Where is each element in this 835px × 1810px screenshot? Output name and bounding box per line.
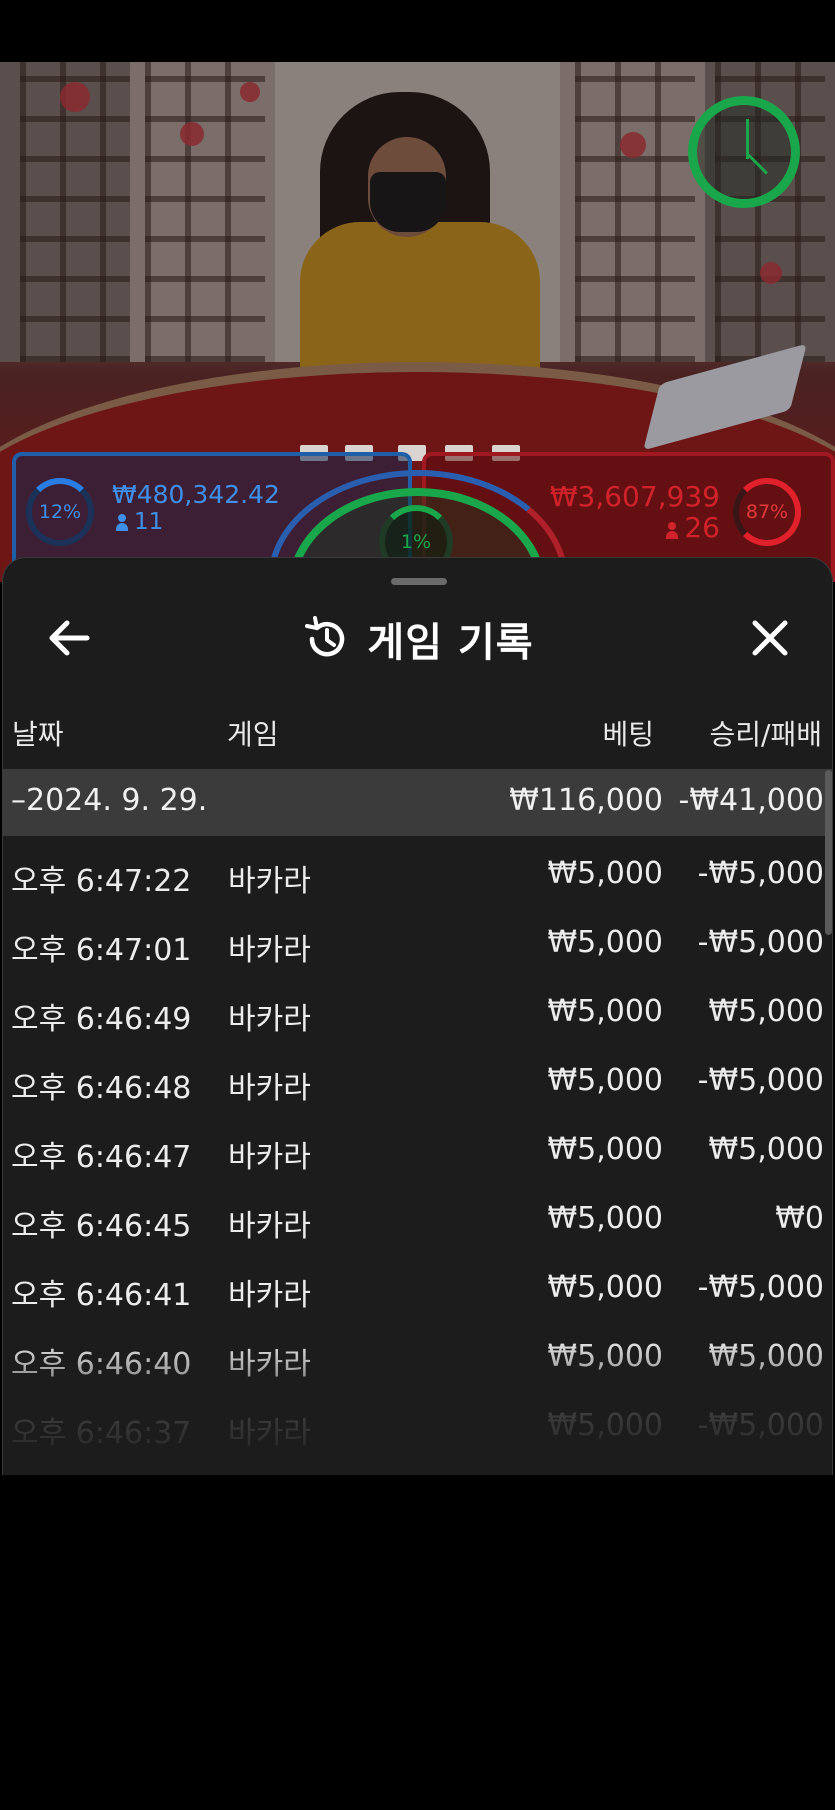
history-row[interactable]: 오후 6:47:01 바카라 ₩5,000 -₩5,000 <box>3 907 832 976</box>
person-icon <box>116 514 128 531</box>
row-result: -₩5,000 <box>697 1063 824 1098</box>
column-header-bet[interactable]: 베팅 <box>602 713 654 753</box>
row-result: -₩5,000 <box>697 1270 824 1305</box>
clock-icon <box>688 96 800 208</box>
player-bettor-count: 11 <box>116 509 163 535</box>
banker-percent: 87% <box>733 478 801 546</box>
banker-count-value: 26 <box>684 511 720 544</box>
column-header-result[interactable]: 승리/패배 <box>710 713 822 753</box>
row-bet: ₩5,000 <box>547 856 663 891</box>
row-bet: ₩5,000 <box>547 1339 663 1374</box>
blossom-decoration <box>240 82 260 102</box>
date-group-label: –2024. 9. 29. <box>11 783 208 818</box>
date-group-row[interactable]: –2024. 9. 29. ₩116,000 -₩41,000 <box>3 769 832 836</box>
row-result: ₩0 <box>775 1201 824 1236</box>
row-game: 바카라 <box>228 1416 311 1451</box>
history-row[interactable]: 오후 6:46:37 바카라 ₩5,000 -₩5,000 <box>3 1390 832 1459</box>
history-row[interactable]: 오후 6:46:48 바카라 ₩5,000 -₩5,000 <box>3 1045 832 1114</box>
game-history-sheet: 게임 기록 날짜 게임 베팅 승리/패배 –2024. 9. 29. ₩116,… <box>2 557 833 1475</box>
row-time: 오후 6:46:45 <box>11 1209 192 1244</box>
row-result: -₩5,000 <box>697 856 824 891</box>
row-time: 오후 6:46:47 <box>11 1140 192 1175</box>
banker-bettor-count: 26 <box>666 511 720 544</box>
player-bet-amount: ₩480,342.42 <box>112 480 280 509</box>
row-bet: ₩5,000 <box>547 925 663 960</box>
row-game: 바카라 <box>228 1071 311 1106</box>
row-time: 오후 6:46:49 <box>11 1002 192 1037</box>
history-row[interactable]: 오후 6:46:47 바카라 ₩5,000 ₩5,000 <box>3 1114 832 1183</box>
column-header-date[interactable]: 날짜 <box>12 713 64 753</box>
person-icon <box>666 522 679 539</box>
row-game: 바카라 <box>228 1140 311 1175</box>
drag-handle[interactable] <box>391 578 447 585</box>
row-time: 오후 6:46:37 <box>11 1416 192 1451</box>
blossom-decoration <box>620 132 646 158</box>
history-row[interactable]: 오후 6:46:40 바카라 ₩5,000 ₩5,000 <box>3 1321 832 1390</box>
row-result: ₩5,000 <box>708 1132 824 1167</box>
blossom-decoration <box>60 82 90 112</box>
blossom-decoration <box>180 122 204 146</box>
row-game: 바카라 <box>228 1209 311 1244</box>
blossom-decoration <box>760 262 782 284</box>
date-group-result-total: -₩41,000 <box>678 783 824 818</box>
lattice-pattern <box>575 62 695 362</box>
row-bet: ₩5,000 <box>547 994 663 1029</box>
row-game: 바카라 <box>228 1347 311 1382</box>
row-time: 오후 6:46:41 <box>11 1278 192 1313</box>
close-button[interactable] <box>740 608 800 668</box>
history-row[interactable]: 오후 6:47:22 바카라 ₩5,000 -₩5,000 <box>3 838 832 907</box>
history-row[interactable]: 오후 6:46:49 바카라 ₩5,000 ₩5,000 <box>3 976 832 1045</box>
row-time: 오후 6:46:48 <box>11 1071 192 1106</box>
sheet-header: 게임 기록 <box>3 610 832 668</box>
close-icon <box>752 620 788 656</box>
row-game: 바카라 <box>228 864 311 899</box>
row-bet: ₩5,000 <box>547 1063 663 1098</box>
row-game: 바카라 <box>228 933 311 968</box>
banker-bet-amount: ₩3,607,939 <box>549 480 720 513</box>
row-bet: ₩5,000 <box>547 1270 663 1305</box>
row-time: 오후 6:47:22 <box>11 864 192 899</box>
date-group-bet-total: ₩116,000 <box>509 783 663 818</box>
row-game: 바카라 <box>228 1002 311 1037</box>
history-row[interactable]: 오후 6:46:45 바카라 ₩5,000 ₩0 <box>3 1183 832 1252</box>
row-game: 바카라 <box>228 1278 311 1313</box>
history-row[interactable]: 오후 6:46:41 바카라 ₩5,000 -₩5,000 <box>3 1252 832 1321</box>
row-bet: ₩5,000 <box>547 1132 663 1167</box>
player-count-value: 11 <box>134 509 164 535</box>
sheet-title: 게임 기록 <box>367 620 534 666</box>
row-result: -₩5,000 <box>697 925 824 960</box>
row-result: -₩5,000 <box>697 1408 824 1443</box>
player-percent: 12% <box>26 478 94 546</box>
row-result: ₩5,000 <box>708 994 824 1029</box>
row-time: 오후 6:47:01 <box>11 933 192 968</box>
row-bet: ₩5,000 <box>547 1201 663 1236</box>
scrollbar[interactable] <box>825 770 832 935</box>
column-header-game[interactable]: 게임 <box>227 713 279 753</box>
row-result: ₩5,000 <box>708 1339 824 1374</box>
lattice-pattern <box>145 62 265 362</box>
row-time: 오후 6:46:40 <box>11 1347 192 1382</box>
history-icon <box>305 616 345 657</box>
dealer-mask <box>370 172 446 232</box>
clock-hand <box>747 153 768 175</box>
row-bet: ₩5,000 <box>547 1408 663 1443</box>
